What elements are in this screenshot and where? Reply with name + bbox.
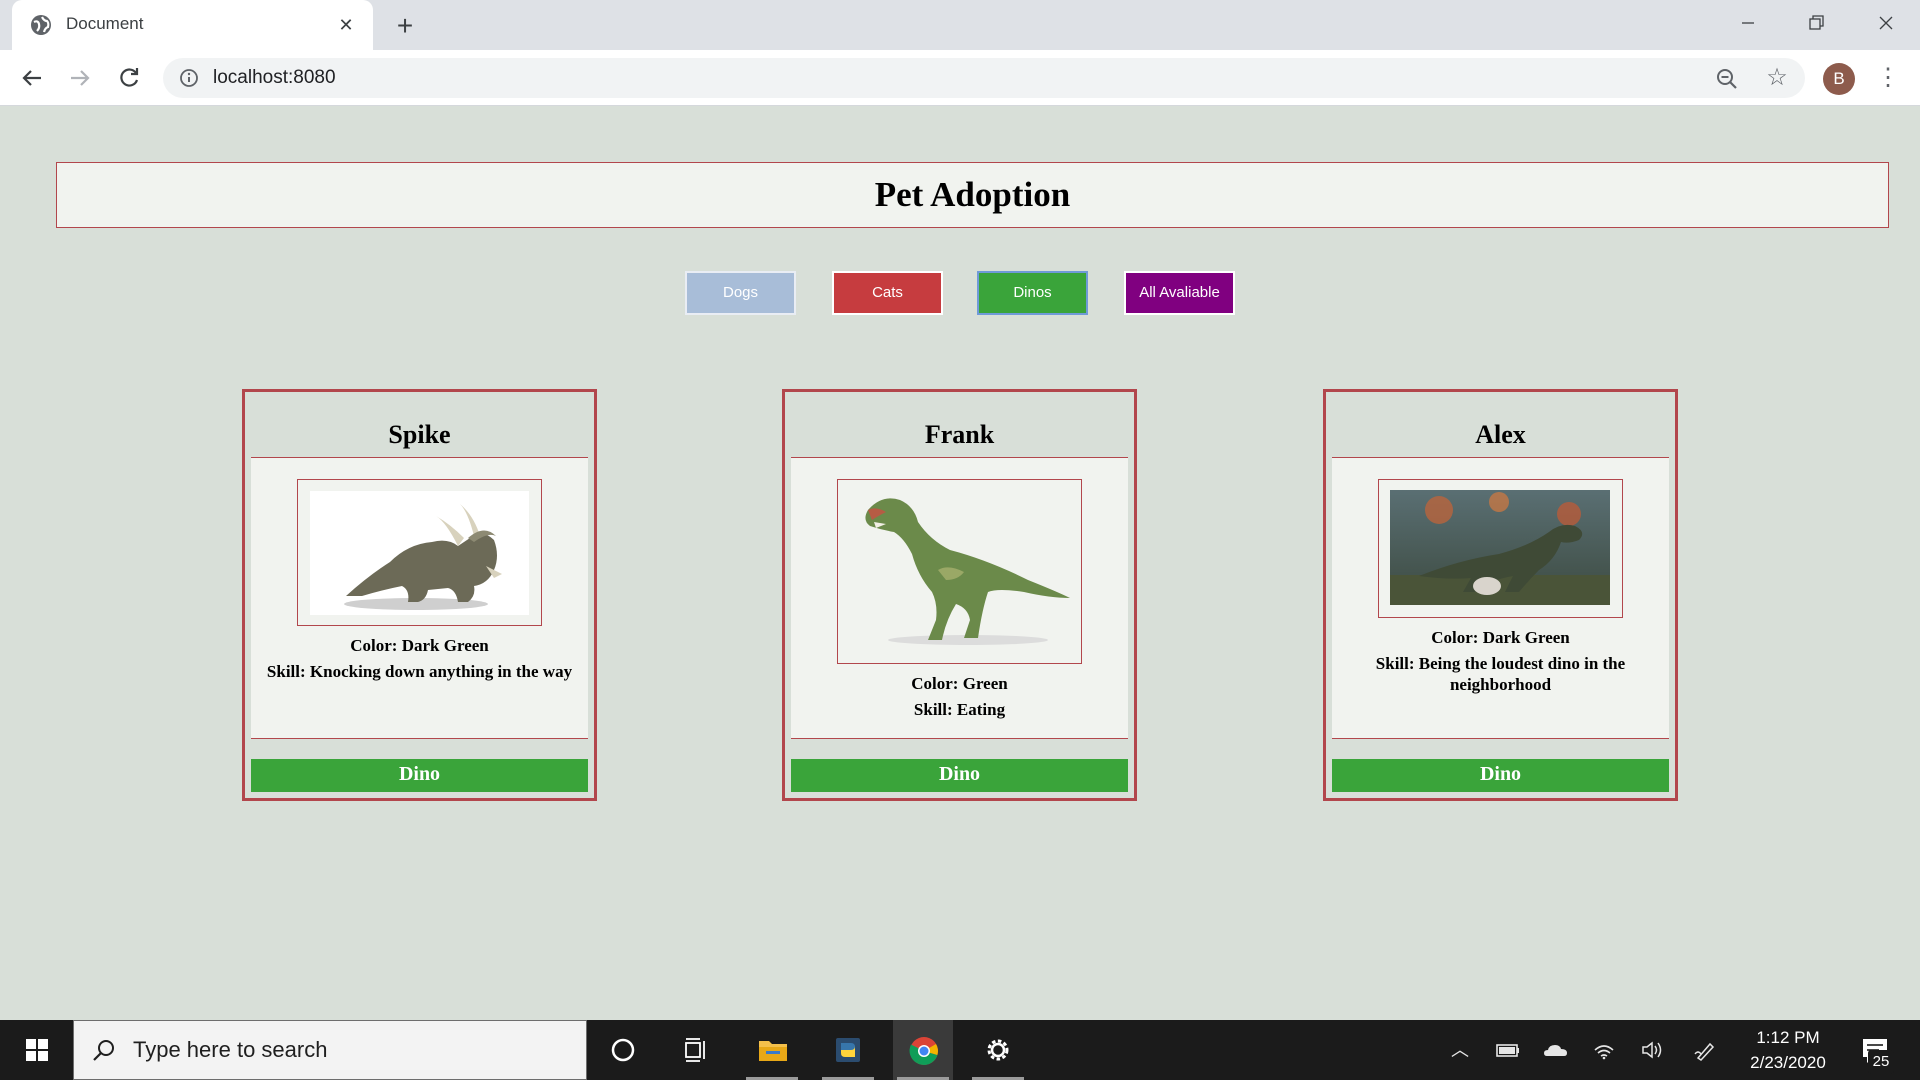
taskbar: Type here to search ︿ 1:12 PM 2/23/2020 … xyxy=(0,1020,1920,1080)
zoom-out-icon[interactable] xyxy=(1715,67,1739,91)
pet-photo-frame xyxy=(837,479,1082,664)
pet-details: Color: Dark Green Skill: Being the loude… xyxy=(1332,627,1669,700)
pet-skill: Skill: Eating xyxy=(913,700,1006,719)
battery-icon[interactable] xyxy=(1495,1038,1521,1062)
pet-color: Color: Dark Green xyxy=(1431,628,1570,647)
page-header: Pet Adoption xyxy=(56,162,1889,228)
theropod-image xyxy=(865,498,1070,645)
address-bar[interactable]: localhost:8080 ☆ xyxy=(163,58,1805,98)
show-hidden-icons-chevron-icon[interactable]: ︿ xyxy=(1447,1038,1473,1062)
pet-type-badge: Dino xyxy=(251,759,588,792)
file-explorer-icon[interactable] xyxy=(742,1020,802,1080)
volume-icon[interactable] xyxy=(1639,1038,1665,1062)
pen-workspace-icon[interactable] xyxy=(1692,1038,1718,1062)
pet-name: Spike xyxy=(388,420,451,449)
tab-title: Document xyxy=(66,14,144,33)
search-placeholder: Type here to search xyxy=(133,1037,328,1062)
info-icon[interactable] xyxy=(179,68,199,88)
pet-card-alex: Alex Color: Dark Green Skill: Being the … xyxy=(1323,389,1678,801)
pet-name: Frank xyxy=(924,420,995,449)
search-icon xyxy=(93,1040,114,1061)
clock-date[interactable]: 2/23/2020 xyxy=(1740,1053,1836,1073)
task-view-icon[interactable] xyxy=(666,1020,726,1080)
pet-color: Color: Green xyxy=(911,674,1008,693)
url-text[interactable]: localhost:8080 xyxy=(213,67,336,89)
forward-arrow-icon[interactable] xyxy=(63,61,97,95)
pet-skill: Skill: Being the loudest dino in the nei… xyxy=(1375,654,1626,694)
browser-toolbar: localhost:8080 ☆ B ⋮ xyxy=(0,50,1920,106)
cortana-icon[interactable] xyxy=(593,1020,653,1080)
minimize-icon[interactable] xyxy=(1728,8,1768,38)
pet-skill: Skill: Knocking down anything in the way xyxy=(266,662,573,681)
bookmark-star-icon[interactable]: ☆ xyxy=(1765,66,1789,90)
cats-filter-button[interactable]: Cats xyxy=(832,271,943,315)
pet-type-badge: Dino xyxy=(791,759,1128,792)
pet-card-body: Color: Dark Green Skill: Knocking down a… xyxy=(251,457,588,739)
taskbar-search-box[interactable]: Type here to search xyxy=(73,1020,587,1080)
tab-strip: Document ✕ + xyxy=(0,0,1920,50)
t-rex-scene-image xyxy=(1390,490,1610,605)
back-arrow-icon[interactable] xyxy=(15,61,49,95)
profile-avatar[interactable]: B xyxy=(1823,63,1855,95)
globe-icon xyxy=(31,15,51,35)
windows-start-icon[interactable] xyxy=(14,1035,58,1065)
reload-icon[interactable] xyxy=(112,61,146,95)
python-icon[interactable] xyxy=(818,1020,878,1080)
notification-count-badge: 25 xyxy=(1868,1050,1894,1074)
pet-details: Color: Dark Green Skill: Knocking down a… xyxy=(251,635,588,687)
close-tab-icon[interactable]: ✕ xyxy=(334,13,358,37)
new-tab-button[interactable]: + xyxy=(390,11,420,41)
restore-icon[interactable] xyxy=(1796,8,1836,38)
settings-icon[interactable] xyxy=(968,1020,1028,1080)
pet-card-body: Color: Green Skill: Eating xyxy=(791,457,1128,739)
clock-time[interactable]: 1:12 PM xyxy=(1740,1028,1836,1048)
dogs-filter-button[interactable]: Dogs xyxy=(685,271,796,315)
browser-tab[interactable]: Document ✕ xyxy=(12,0,373,50)
close-window-icon[interactable] xyxy=(1866,8,1906,38)
chrome-icon[interactable] xyxy=(893,1020,953,1080)
wifi-icon[interactable] xyxy=(1591,1038,1617,1062)
pet-details: Color: Green Skill: Eating xyxy=(791,673,1128,725)
all-available-filter-button[interactable]: All Avaliable xyxy=(1124,271,1235,315)
pet-card-frank: Frank Color: Green Skill: Eating Dino xyxy=(782,389,1137,801)
pet-photo-frame xyxy=(1378,479,1623,618)
onedrive-cloud-icon[interactable] xyxy=(1543,1038,1569,1062)
triceratops-image xyxy=(310,491,529,615)
pet-name: Alex xyxy=(1475,420,1526,449)
pet-card-body: Color: Dark Green Skill: Being the loude… xyxy=(1332,457,1669,739)
pet-card-spike: Spike Color: Dark Green Skill: Knocking … xyxy=(242,389,597,801)
dinos-filter-button[interactable]: Dinos xyxy=(977,271,1088,315)
pet-type-badge: Dino xyxy=(1332,759,1669,792)
pet-photo-frame xyxy=(297,479,542,626)
pet-color: Color: Dark Green xyxy=(350,636,489,655)
page-title: Pet Adoption xyxy=(874,175,1071,214)
kebab-menu-icon[interactable]: ⋮ xyxy=(1873,61,1903,95)
